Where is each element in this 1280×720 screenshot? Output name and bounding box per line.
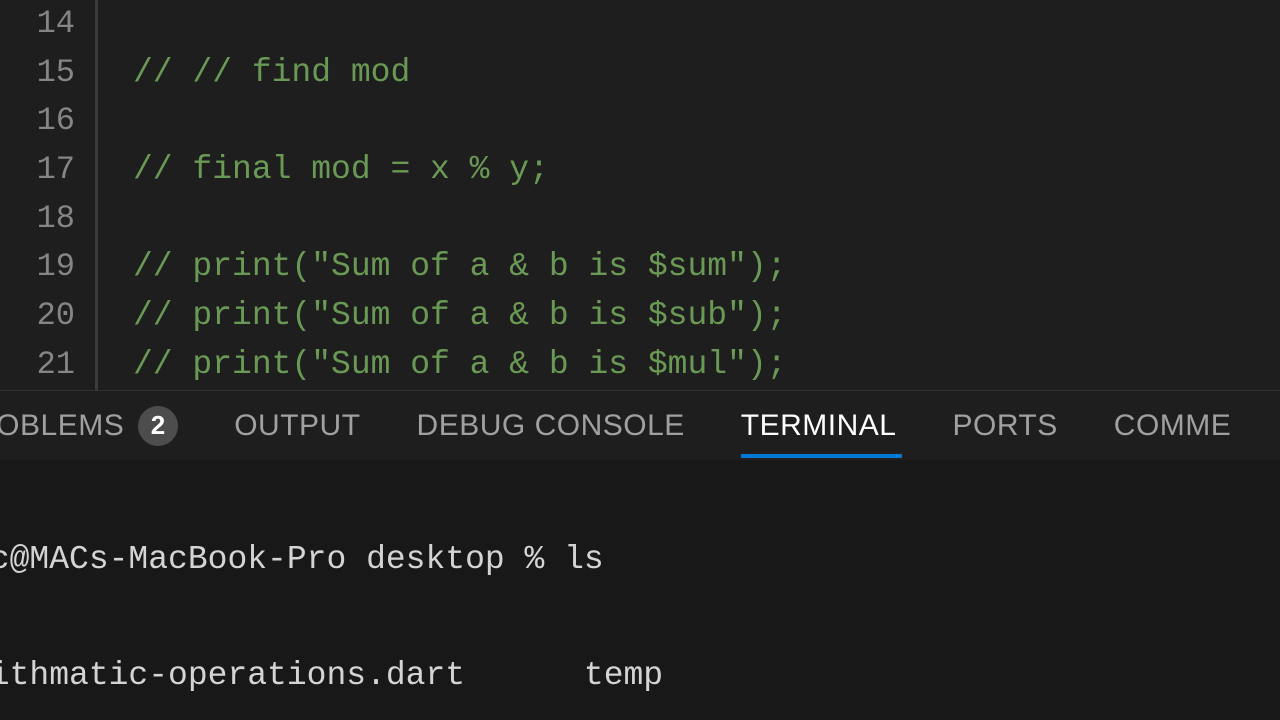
tab-debug-console[interactable]: DEBUG CONSOLE — [417, 391, 685, 460]
line-number: 20 — [0, 292, 75, 341]
tab-label: ROBLEMS — [0, 409, 124, 443]
line-number: 15 — [0, 49, 75, 98]
code-line: // print("Sum of a & b is $sub"); — [133, 292, 1280, 341]
tab-comments[interactable]: COMME — [1114, 391, 1232, 460]
terminal-panel[interactable]: ac@MACs-MacBook-Pro desktop % ls rithmat… — [0, 460, 1280, 720]
code-editor[interactable]: 14 15 16 17 18 19 20 21 // // find mod /… — [0, 0, 1280, 390]
terminal-line: rithmatic-operations.dart temp — [0, 657, 1280, 696]
line-number: 19 — [0, 243, 75, 292]
code-line: // final mod = x % y; — [133, 146, 1280, 195]
tab-label: PORTS — [952, 409, 1057, 443]
problems-badge: 2 — [138, 406, 178, 446]
line-number: 18 — [0, 195, 75, 244]
tab-problems[interactable]: ROBLEMS 2 — [0, 391, 178, 460]
code-line — [133, 0, 1280, 49]
code-line — [133, 195, 1280, 244]
terminal-line: ac@MACs-MacBook-Pro desktop % ls — [0, 541, 1280, 580]
tab-ports[interactable]: PORTS — [952, 391, 1057, 460]
code-line — [133, 97, 1280, 146]
panel-tab-bar: ROBLEMS 2 OUTPUT DEBUG CONSOLE TERMINAL … — [0, 390, 1280, 460]
line-number-gutter: 14 15 16 17 18 19 20 21 — [0, 0, 95, 390]
line-number: 21 — [0, 341, 75, 390]
tab-label: DEBUG CONSOLE — [417, 409, 685, 443]
line-number: 16 — [0, 97, 75, 146]
tab-label: OUTPUT — [234, 409, 360, 443]
tab-label: TERMINAL — [741, 409, 897, 443]
tab-label: COMME — [1114, 409, 1232, 443]
line-number: 17 — [0, 146, 75, 195]
tab-output[interactable]: OUTPUT — [234, 391, 360, 460]
tab-terminal[interactable]: TERMINAL — [741, 391, 897, 460]
code-line: // print("Sum of a & b is $mul"); — [133, 341, 1280, 390]
code-line: // print("Sum of a & b is $sum"); — [133, 243, 1280, 292]
line-number: 14 — [0, 0, 75, 49]
code-content[interactable]: // // find mod // final mod = x % y; // … — [95, 0, 1280, 390]
code-line: // // find mod — [133, 49, 1280, 98]
